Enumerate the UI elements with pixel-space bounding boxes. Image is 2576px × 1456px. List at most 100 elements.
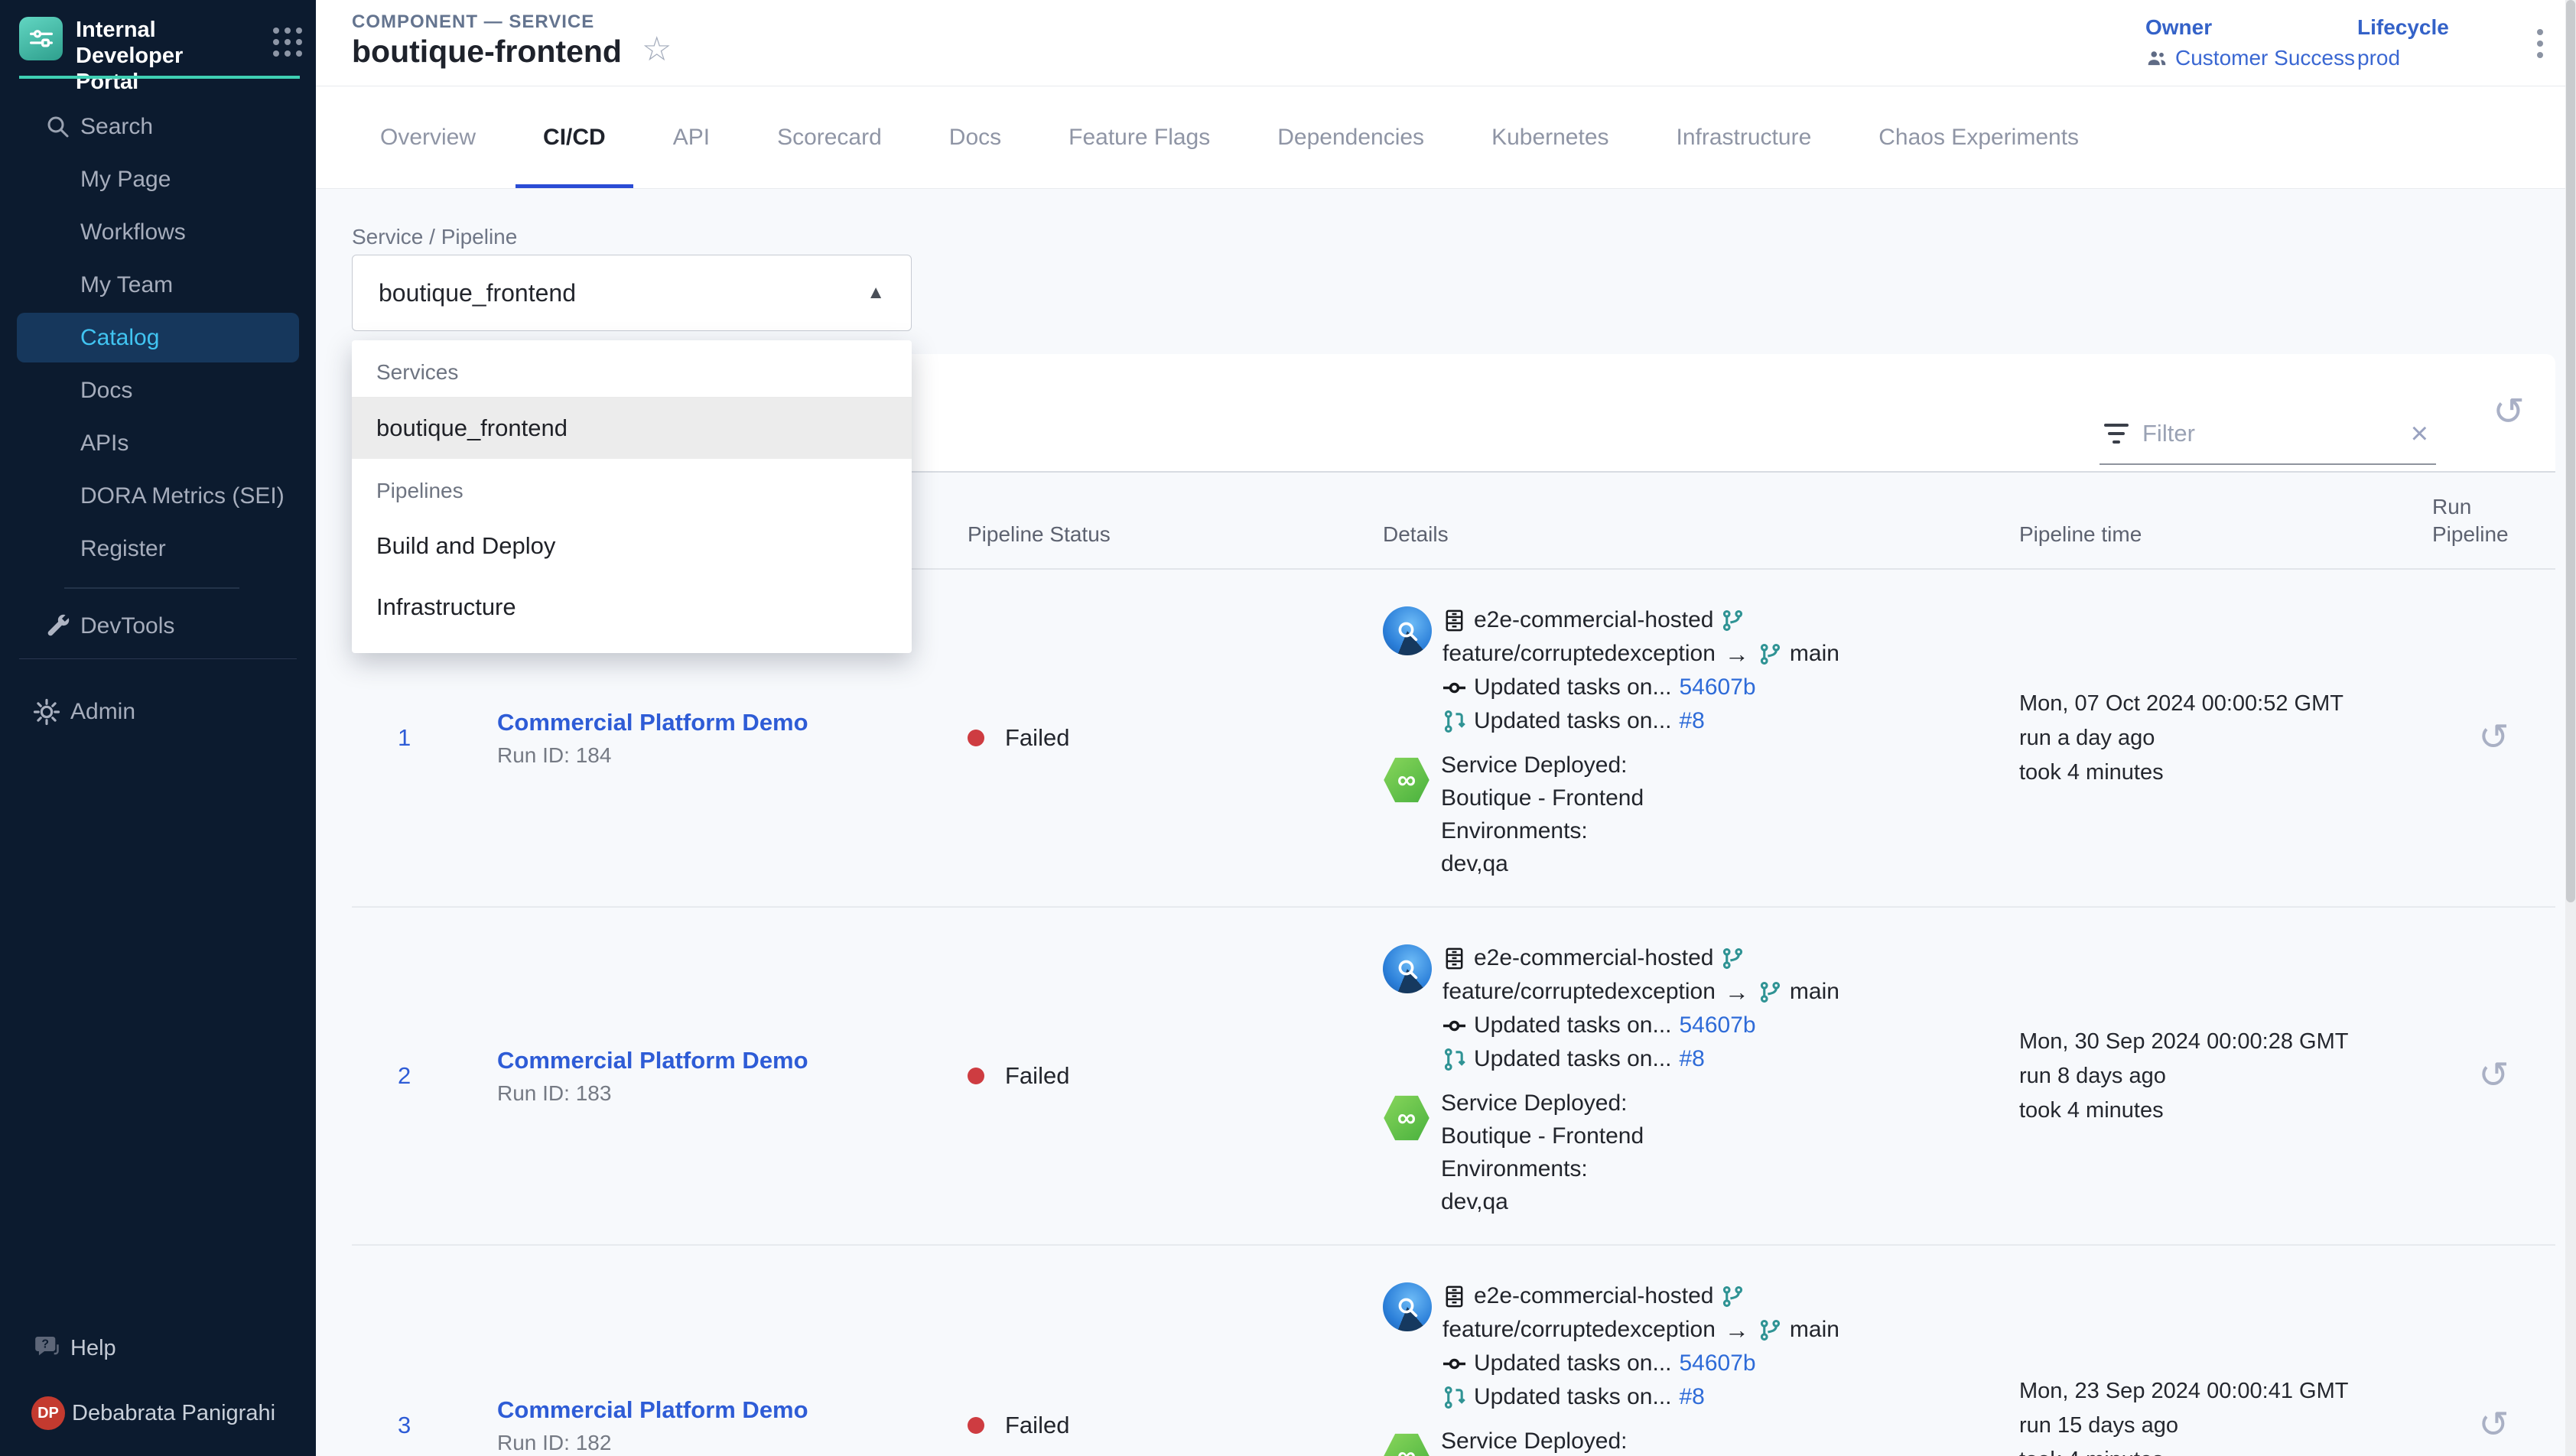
sidebar-item-label: Search [80, 114, 153, 140]
page-title: boutique-frontend [352, 34, 622, 70]
commit-icon [1442, 676, 1466, 700]
help-chat-icon: ? [33, 1334, 62, 1363]
rerun-pipeline-icon[interactable]: ↺ [2478, 1407, 2509, 1444]
commit-link[interactable]: 54607b [1680, 1012, 1756, 1038]
col-pipeline-time: Pipeline time [1989, 473, 2432, 568]
admin-divider [19, 658, 297, 659]
pipeline-rows: 1 Commercial Platform Demo Run ID: 184 F… [352, 570, 2555, 1456]
pipeline-time-cell: Mon, 23 Sep 2024 00:00:41 GMT run 15 day… [1989, 1246, 2432, 1456]
dropdown-option-build-and-deploy[interactable]: Build and Deploy [352, 515, 912, 577]
lifecycle-value: prod [2357, 46, 2400, 70]
brand: Internal Developer Portal [19, 17, 302, 95]
rerun-pipeline-icon[interactable]: ↺ [2478, 1058, 2509, 1094]
refresh-table-icon[interactable]: ↺ [2493, 392, 2525, 431]
arrow-right-icon: → [1723, 978, 1751, 1006]
more-options-kebab-icon[interactable] [2532, 24, 2548, 63]
table-row: 2 Commercial Platform Demo Run ID: 183 F… [352, 908, 2555, 1246]
sidebar-item-search[interactable]: Search [0, 100, 316, 153]
user-menu[interactable]: DP Debabrata Panigrahi [0, 1390, 316, 1436]
sidebar-item-my-page[interactable]: My Page [0, 153, 316, 206]
pull-request-icon [1442, 710, 1466, 733]
tab-kubernetes[interactable]: Kubernetes [1458, 86, 1642, 188]
sidebar-item-register[interactable]: Register [0, 522, 316, 575]
filter-input[interactable] [2142, 420, 2403, 447]
pull-request-icon [1442, 1048, 1466, 1071]
pipeline-link[interactable]: Commercial Platform Demo [497, 1396, 948, 1424]
commit-icon [1442, 1014, 1466, 1038]
sidebar-item-apis[interactable]: APIs [0, 417, 316, 470]
wrench-icon [44, 613, 72, 640]
row-index: 3 [352, 1246, 474, 1456]
tab-feature-flags[interactable]: Feature Flags [1035, 86, 1244, 188]
page-scrollbar[interactable] [2565, 0, 2576, 1456]
apps-grid-icon[interactable] [273, 28, 302, 57]
status-text: Failed [1005, 1062, 1069, 1090]
pipeline-link[interactable]: Commercial Platform Demo [497, 709, 948, 736]
arrow-right-icon: → [1723, 1316, 1751, 1344]
people-icon [2145, 47, 2168, 70]
tab-overview[interactable]: Overview [346, 86, 509, 188]
service-pipeline-select[interactable]: boutique_frontend ▲ [352, 255, 912, 331]
dropdown-option-infrastructure[interactable]: Infrastructure [352, 577, 912, 638]
git-branch-icon [1758, 1318, 1782, 1342]
table-row: 3 Commercial Platform Demo Run ID: 182 F… [352, 1246, 2555, 1456]
pr-link[interactable]: #8 [1680, 1046, 1705, 1072]
sidebar-divider [19, 76, 300, 79]
sidebar-item-catalog[interactable]: Catalog [17, 313, 299, 362]
pipeline-link[interactable]: Commercial Platform Demo [497, 1047, 948, 1074]
dropdown-group-pipelines: Pipelines [352, 459, 912, 515]
details-cell: e2e-commercial-hosted feature/corruptede… [1331, 908, 1989, 1244]
sidebar-item-devtools[interactable]: DevTools [0, 600, 316, 652]
git-branch-icon [1758, 642, 1782, 666]
run-id: Run ID: 184 [497, 743, 948, 768]
owner-label: Owner [2145, 15, 2355, 40]
ci-stage-icon [1383, 944, 1432, 993]
status-failed-dot [968, 1417, 984, 1434]
col-pipeline-status: Pipeline Status [948, 473, 1331, 568]
commit-link[interactable]: 54607b [1680, 1350, 1756, 1376]
user-name: Debabrata Panigrahi [72, 1401, 275, 1426]
favorite-star-icon[interactable]: ☆ [642, 33, 672, 67]
cd-stage-icon: ∞ [1383, 756, 1430, 804]
tab-api[interactable]: API [639, 86, 743, 188]
sidebar-item-admin[interactable]: Admin [0, 685, 316, 738]
dropdown-option-boutique-frontend[interactable]: boutique_frontend [352, 398, 912, 459]
pr-link[interactable]: #8 [1680, 1384, 1705, 1410]
main-content: COMPONENT — SERVICE boutique-frontend ☆ … [316, 0, 2576, 1456]
sidebar-item-help[interactable]: ? Help [0, 1325, 316, 1371]
scrollbar-thumb[interactable] [2566, 0, 2575, 902]
sidebar-nav: Search My Page Workflows My Team Catalog… [0, 100, 316, 652]
rerun-pipeline-icon[interactable]: ↺ [2478, 720, 2509, 756]
sidebar-item-docs[interactable]: Docs [0, 364, 316, 417]
status-failed-dot [968, 730, 984, 746]
git-branch-icon [1721, 1285, 1745, 1308]
status-text: Failed [1005, 724, 1069, 752]
clear-filter-icon[interactable]: × [2411, 418, 2428, 449]
lifecycle-block: Lifecycle prod [2357, 15, 2449, 70]
pipeline-time-cell: Mon, 07 Oct 2024 00:00:52 GMT run a day … [1989, 570, 2432, 906]
details-cell: e2e-commercial-hosted feature/corruptede… [1331, 570, 1989, 906]
dropdown-group-services: Services [352, 340, 912, 398]
cd-stage-icon: ∞ [1383, 1094, 1430, 1142]
tab-infrastructure[interactable]: Infrastructure [1643, 86, 1846, 188]
filter-icon [2104, 424, 2129, 444]
sidebar-item-my-team[interactable]: My Team [0, 258, 316, 311]
ci-stage-icon [1383, 1282, 1432, 1331]
pr-link[interactable]: #8 [1680, 708, 1705, 734]
tab-chaos-experiments[interactable]: Chaos Experiments [1845, 86, 2113, 188]
repo-icon [1442, 609, 1466, 632]
sidebar-item-dora-metrics[interactable]: DORA Metrics (SEI) [0, 470, 316, 522]
tab-docs[interactable]: Docs [916, 86, 1035, 188]
service-pipeline-dropdown: Services boutique_frontend Pipelines Bui… [352, 340, 912, 653]
sidebar-item-workflows[interactable]: Workflows [0, 206, 316, 258]
run-id: Run ID: 183 [497, 1081, 948, 1106]
status-failed-dot [968, 1068, 984, 1084]
tab-cicd[interactable]: CI/CD [509, 86, 639, 188]
tab-scorecard[interactable]: Scorecard [743, 86, 916, 188]
pipeline-time-cell: Mon, 30 Sep 2024 00:00:28 GMT run 8 days… [1989, 908, 2432, 1244]
owner-link[interactable]: Customer Success [2175, 46, 2355, 70]
status-text: Failed [1005, 1412, 1069, 1439]
tab-dependencies[interactable]: Dependencies [1244, 86, 1458, 188]
commit-link[interactable]: 54607b [1680, 674, 1756, 700]
search-icon [44, 113, 72, 141]
